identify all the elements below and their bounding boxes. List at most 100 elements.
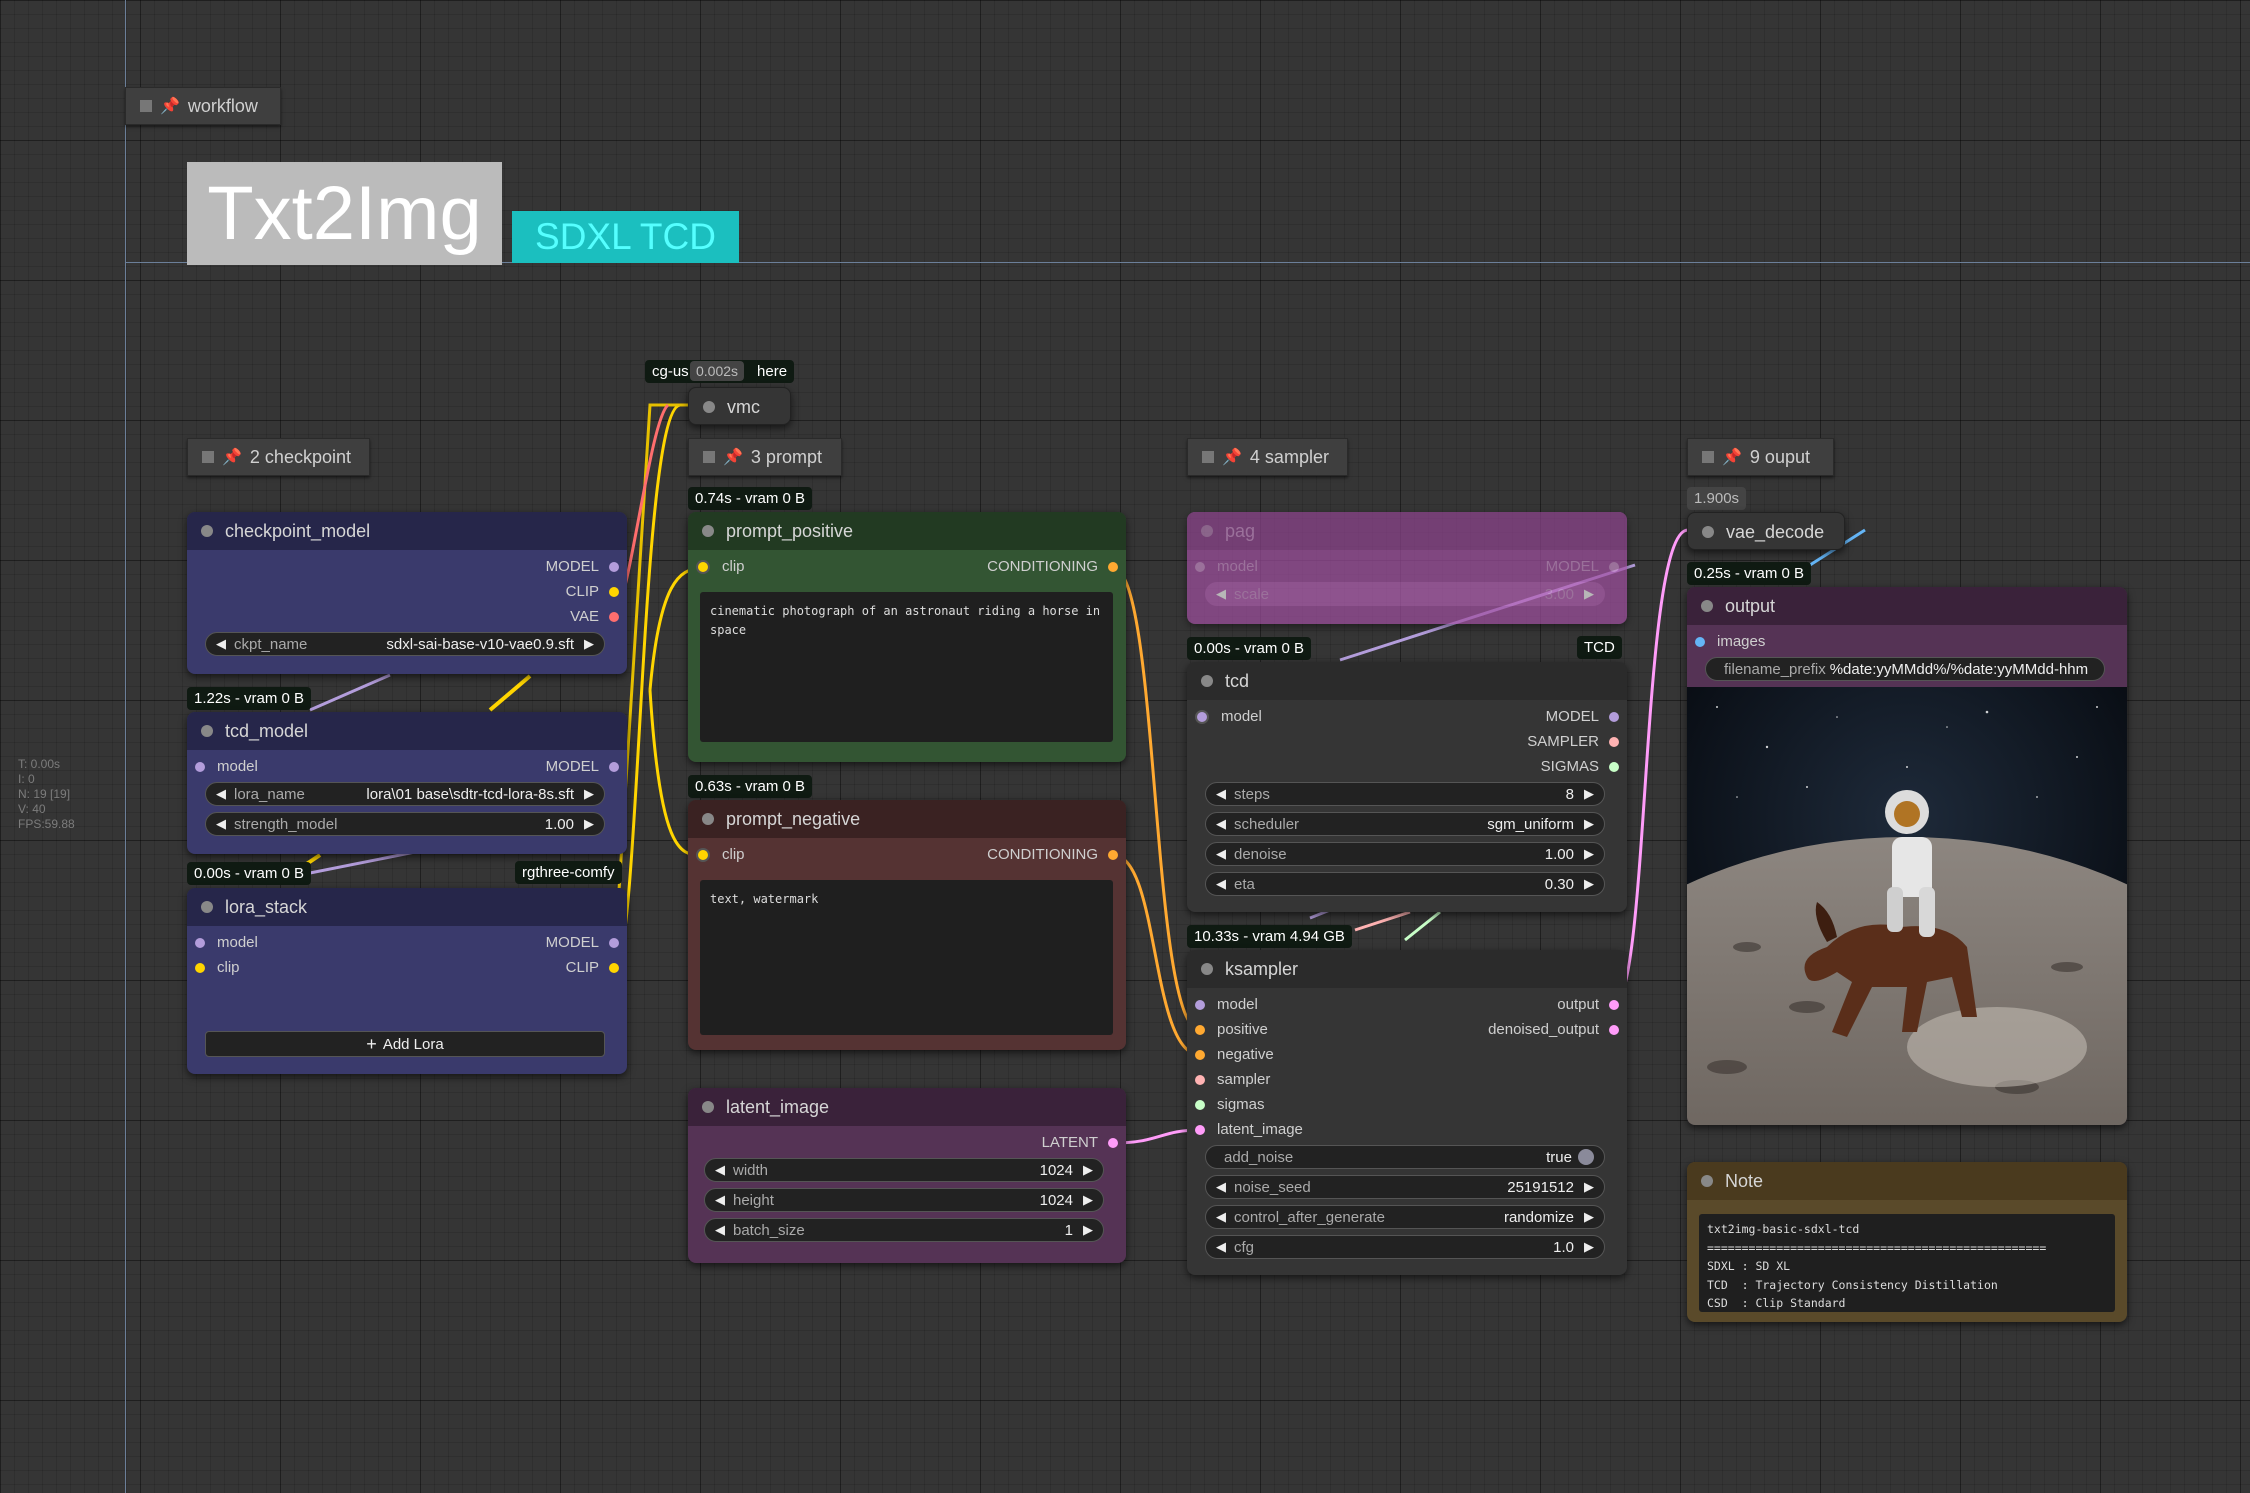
node-collapse-dot[interactable]: [201, 901, 213, 913]
widget-eta[interactable]: ◀ eta 0.30 ▶: [1205, 872, 1605, 896]
input-positive[interactable]: positive: [1195, 1021, 1268, 1038]
arrow-left-icon[interactable]: ◀: [715, 1222, 725, 1238]
widget-scale[interactable]: ◀ scale 3.00 ▶: [1205, 582, 1605, 606]
title-txt2img[interactable]: Txt2Img: [187, 162, 502, 265]
node-collapse-dot[interactable]: [1701, 600, 1713, 612]
port-dot-latent[interactable]: [1108, 1137, 1118, 1148]
node-output[interactable]: output images filename_prefix %date:yyMM…: [1687, 587, 2127, 1125]
node-title[interactable]: vmc: [689, 388, 790, 424]
input-negative[interactable]: negative: [1195, 1046, 1274, 1063]
port-dot-clip[interactable]: [696, 559, 710, 574]
widget-scheduler[interactable]: ◀ scheduler sgm_uniform ▶: [1205, 812, 1605, 836]
note-text[interactable]: txt2img-basic-sdxl-tcd =================…: [1699, 1214, 2115, 1312]
output-output[interactable]: output: [1557, 996, 1619, 1013]
node-title[interactable]: vae_decode: [1688, 513, 1844, 549]
port-dot-conditioning[interactable]: [1108, 561, 1118, 572]
arrow-right-icon[interactable]: ▶: [1584, 586, 1594, 602]
arrow-left-icon[interactable]: ◀: [715, 1162, 725, 1178]
arrow-right-icon[interactable]: ▶: [1083, 1222, 1093, 1238]
port-dot-clip[interactable]: [609, 962, 619, 973]
output-denoised[interactable]: denoised_output: [1488, 1021, 1619, 1038]
output-sigmas[interactable]: SIGMAS: [1541, 758, 1619, 775]
output-model[interactable]: MODEL: [546, 558, 619, 575]
arrow-right-icon[interactable]: ▶: [1584, 876, 1594, 892]
port-dot-model[interactable]: [1609, 711, 1619, 722]
output-image-preview[interactable]: [1687, 687, 2127, 1125]
input-model[interactable]: model: [195, 758, 258, 775]
arrow-right-icon[interactable]: ▶: [1584, 1209, 1594, 1225]
arrow-right-icon[interactable]: ▶: [1584, 786, 1594, 802]
port-dot-model[interactable]: [1195, 561, 1205, 572]
node-collapse-dot[interactable]: [1201, 963, 1213, 975]
input-model[interactable]: model: [195, 934, 258, 951]
prompt-positive-text[interactable]: cinematic photograph of an astronaut rid…: [700, 592, 1113, 742]
port-dot-sampler[interactable]: [1195, 1074, 1205, 1085]
input-images[interactable]: images: [1695, 633, 1765, 650]
port-dot-latent[interactable]: [1195, 1124, 1205, 1135]
arrow-left-icon[interactable]: ◀: [1216, 1239, 1226, 1255]
node-collapse-dot[interactable]: [1702, 526, 1714, 538]
arrow-left-icon[interactable]: ◀: [1216, 1209, 1226, 1225]
output-model[interactable]: MODEL: [546, 758, 619, 775]
port-dot-latent[interactable]: [1609, 999, 1619, 1010]
arrow-right-icon[interactable]: ▶: [584, 786, 594, 802]
add-lora-button[interactable]: + Add Lora: [205, 1031, 605, 1057]
node-collapse-dot[interactable]: [201, 525, 213, 537]
input-clip[interactable]: clip: [696, 558, 745, 575]
arrow-right-icon[interactable]: ▶: [584, 816, 594, 832]
node-title[interactable]: pag: [1187, 512, 1627, 550]
input-latent-image[interactable]: latent_image: [1195, 1121, 1303, 1138]
port-dot-model[interactable]: [609, 937, 619, 948]
widget-steps[interactable]: ◀ steps 8 ▶: [1205, 782, 1605, 806]
output-model[interactable]: MODEL: [546, 934, 619, 951]
node-collapse-dot[interactable]: [702, 525, 714, 537]
arrow-left-icon[interactable]: ◀: [1216, 876, 1226, 892]
port-dot-model[interactable]: [1195, 999, 1205, 1010]
node-title[interactable]: latent_image: [688, 1088, 1126, 1126]
output-conditioning[interactable]: CONDITIONING: [987, 846, 1118, 863]
output-latent[interactable]: LATENT: [1042, 1134, 1118, 1151]
widget-height[interactable]: ◀ height 1024 ▶: [704, 1188, 1104, 1212]
arrow-left-icon[interactable]: ◀: [216, 786, 226, 802]
input-clip[interactable]: clip: [195, 959, 240, 976]
node-title[interactable]: checkpoint_model: [187, 512, 627, 550]
port-dot-sampler[interactable]: [1609, 736, 1619, 747]
node-title[interactable]: output: [1687, 587, 2127, 625]
prompt-negative-text[interactable]: text, watermark: [700, 880, 1113, 1035]
port-dot-model[interactable]: [1609, 561, 1619, 572]
port-dot-conditioning[interactable]: [1108, 849, 1118, 860]
port-dot-sigmas[interactable]: [1195, 1099, 1205, 1110]
bookmark-sampler[interactable]: 📌 4 sampler: [1187, 438, 1348, 476]
arrow-right-icon[interactable]: ▶: [584, 636, 594, 652]
port-dot-positive[interactable]: [1195, 1024, 1205, 1035]
output-clip[interactable]: CLIP: [566, 583, 619, 600]
arrow-left-icon[interactable]: ◀: [715, 1192, 725, 1208]
port-dot-vae[interactable]: [609, 611, 619, 622]
node-collapse-dot[interactable]: [1201, 675, 1213, 687]
bookmark-prompt[interactable]: 📌 3 prompt: [688, 438, 842, 476]
node-collapse-dot[interactable]: [702, 813, 714, 825]
node-collapse-dot[interactable]: [703, 401, 715, 413]
widget-width[interactable]: ◀ width 1024 ▶: [704, 1158, 1104, 1182]
arrow-left-icon[interactable]: ◀: [216, 816, 226, 832]
node-title[interactable]: lora_stack: [187, 888, 627, 926]
output-conditioning[interactable]: CONDITIONING: [987, 558, 1118, 575]
node-ksampler[interactable]: ksampler model positive negative sampler…: [1187, 950, 1627, 1275]
node-title[interactable]: prompt_negative: [688, 800, 1126, 838]
arrow-right-icon[interactable]: ▶: [1083, 1192, 1093, 1208]
port-dot-model[interactable]: [1195, 709, 1209, 724]
input-sigmas[interactable]: sigmas: [1195, 1096, 1265, 1113]
port-dot-latent[interactable]: [1609, 1024, 1619, 1035]
node-lora-stack[interactable]: lora_stack model clip MODEL CLIP + Add L…: [187, 888, 627, 1074]
port-dot-clip[interactable]: [696, 847, 710, 862]
widget-ckpt-name[interactable]: ◀ ckpt_name sdxl-sai-base-v10-vae0.9.sft…: [205, 632, 605, 656]
node-latent-image[interactable]: latent_image LATENT ◀ width 1024 ▶ ◀ hei…: [688, 1088, 1126, 1263]
arrow-right-icon[interactable]: ▶: [1584, 846, 1594, 862]
node-vmc[interactable]: vmc: [688, 387, 791, 425]
arrow-right-icon[interactable]: ▶: [1584, 816, 1594, 832]
port-dot-clip[interactable]: [195, 962, 205, 973]
input-model[interactable]: model: [1195, 558, 1258, 575]
node-note[interactable]: Note txt2img-basic-sdxl-tcd ============…: [1687, 1162, 2127, 1322]
arrow-left-icon[interactable]: ◀: [1216, 816, 1226, 832]
widget-noise-seed[interactable]: ◀ noise_seed 25191512 ▶: [1205, 1175, 1605, 1199]
